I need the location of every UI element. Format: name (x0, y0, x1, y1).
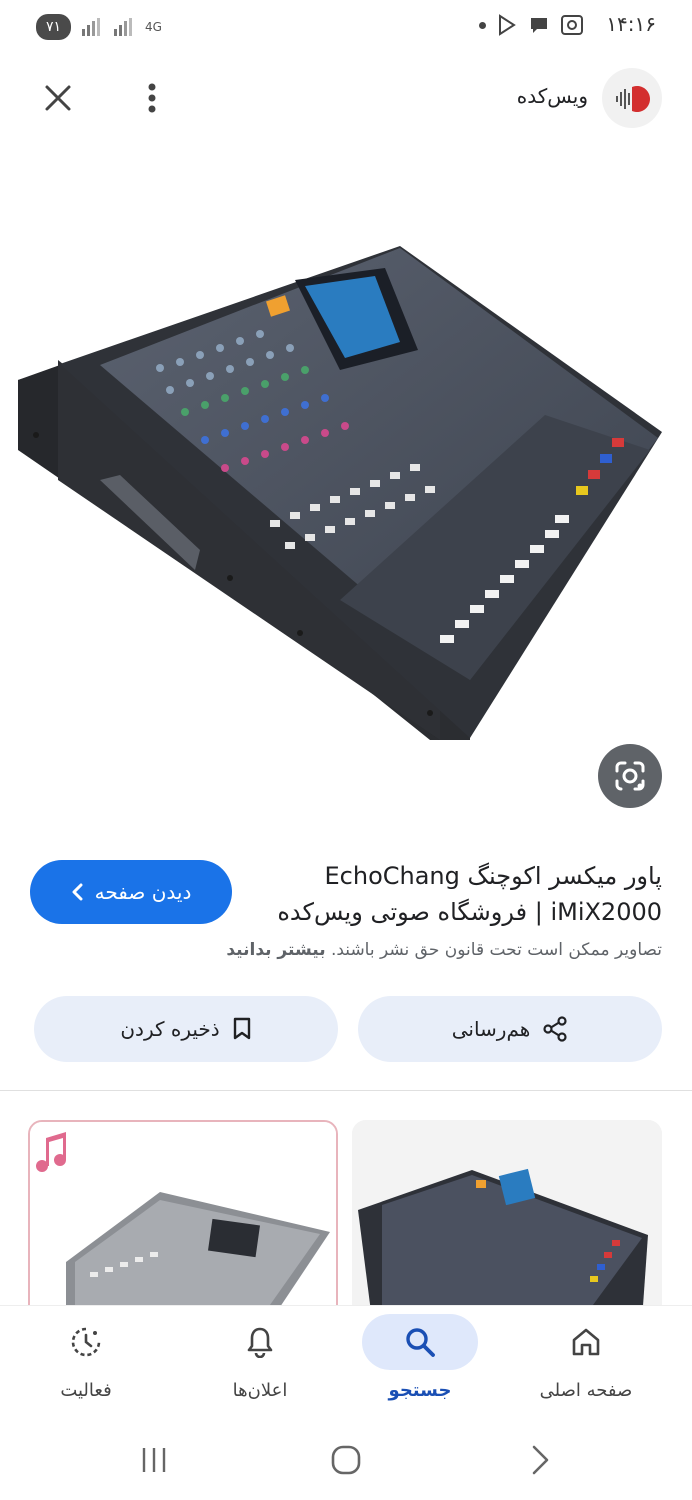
nav-label-search: جستجو (388, 1380, 452, 1401)
bottom-navigation: صفحه اصلی جستجو اعلان‌ها فعالیت (0, 1305, 692, 1420)
home-icon (572, 1328, 600, 1356)
related-thumbnail-2 (352, 1120, 662, 1320)
related-image-2[interactable] (352, 1120, 662, 1320)
section-divider (0, 1090, 692, 1091)
save-label: ذخیره کردن (120, 1017, 220, 1041)
share-icon (543, 1016, 567, 1042)
recent-apps-button[interactable] (130, 1436, 178, 1484)
learn-more-link[interactable]: بیشتر بدانید (226, 940, 325, 960)
result-title-line1: پاور میکسر اکوچنگ EchoChang (324, 862, 663, 890)
visit-page-button[interactable]: دیدن صفحه (30, 860, 232, 924)
dot-icon (479, 21, 486, 29)
site-logo[interactable] (602, 68, 662, 128)
signal-icon (82, 18, 101, 36)
site-logo-icon (616, 86, 650, 112)
more-vert-icon (148, 83, 156, 113)
nav-label-home: صفحه اصلی (539, 1380, 633, 1401)
nav-search-icon-wrap (362, 1314, 478, 1370)
system-navigation-bar (0, 1420, 692, 1500)
copyright-text: تصاویر ممکن است تحت قانون حق نشر باشند. (330, 940, 662, 960)
site-name[interactable]: ویس‌کده (517, 84, 588, 108)
status-right-icons (479, 14, 584, 36)
status-bar: ۷۱ 4G ۱۴:۱۶ (0, 0, 692, 56)
save-button[interactable]: ذخیره کردن (34, 996, 338, 1062)
nav-item-home[interactable]: صفحه اصلی (506, 1306, 666, 1421)
share-button[interactable]: هم‌رسانی (358, 996, 662, 1062)
nav-item-activity[interactable]: فعالیت (6, 1306, 166, 1421)
lens-icon (615, 761, 645, 791)
google-lens-button[interactable] (598, 744, 662, 808)
network-type: 4G (145, 20, 162, 34)
close-button[interactable] (36, 76, 80, 120)
result-title-line2: iMiX2000 | فروشگاه صوتی ویس‌کده (277, 898, 662, 926)
more-options-button[interactable] (130, 76, 174, 120)
nav-item-search[interactable]: جستجو (340, 1306, 500, 1421)
recent-apps-icon (142, 1448, 166, 1472)
signal-icon-2 (114, 18, 133, 36)
viewer-header: ویس‌کده (0, 62, 692, 134)
play-store-icon (499, 14, 516, 36)
related-thumbnail-1 (30, 1122, 336, 1318)
search-icon (406, 1328, 435, 1357)
status-left-icons: ۷۱ 4G (36, 14, 162, 40)
result-title[interactable]: پاور میکسر اکوچنگ EchoChang iMiX2000 | ف… (252, 858, 662, 930)
screenshot-icon (561, 15, 583, 35)
back-chevron-icon (532, 1445, 549, 1475)
nav-activity-icon-wrap (28, 1314, 144, 1370)
clock: ۱۴:۱۶ (606, 12, 656, 36)
nav-label-notifications: اعلان‌ها (232, 1380, 288, 1401)
activity-icon (71, 1327, 101, 1357)
battery-indicator: ۷۱ (36, 14, 72, 40)
copyright-notice: تصاویر ممکن است تحت قانون حق نشر باشند. … (22, 940, 662, 960)
share-label: هم‌رسانی (451, 1017, 531, 1041)
related-image-1[interactable] (28, 1120, 338, 1320)
bell-icon (247, 1327, 273, 1358)
chevron-left-icon (72, 883, 83, 901)
back-button[interactable] (516, 1436, 564, 1484)
nav-label-activity: فعالیت (60, 1380, 112, 1401)
bookmark-icon (233, 1017, 250, 1040)
mixer-illustration (18, 246, 662, 740)
chat-icon (531, 18, 547, 33)
close-icon (45, 85, 71, 111)
nav-home-icon-wrap (528, 1314, 644, 1370)
visit-label: دیدن صفحه (94, 880, 192, 904)
nav-item-notifications[interactable]: اعلان‌ها (180, 1306, 340, 1421)
home-circle-icon (331, 1445, 361, 1475)
home-system-button[interactable] (322, 1436, 370, 1484)
product-image[interactable] (0, 150, 692, 830)
nav-bell-icon-wrap (202, 1314, 318, 1370)
